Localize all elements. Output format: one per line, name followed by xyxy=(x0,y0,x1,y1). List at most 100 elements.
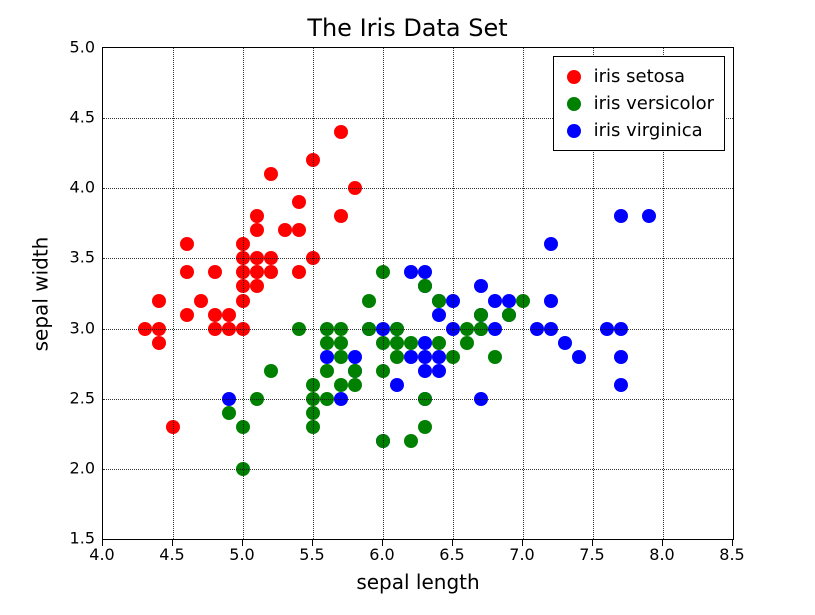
grid-line-horizontal xyxy=(103,469,733,470)
data-point xyxy=(334,378,348,392)
data-point xyxy=(432,308,446,322)
data-point xyxy=(250,279,264,293)
data-point xyxy=(362,294,376,308)
data-point xyxy=(264,265,278,279)
x-tick-label: 8.5 xyxy=(719,545,744,564)
data-point xyxy=(404,336,418,350)
data-point xyxy=(348,350,362,364)
y-tick-label: 2.0 xyxy=(70,458,95,477)
data-point xyxy=(250,265,264,279)
x-axis-label: sepal length xyxy=(102,570,734,594)
data-point xyxy=(334,209,348,223)
x-tick-mark xyxy=(452,540,453,546)
x-tick-mark xyxy=(732,540,733,546)
data-point xyxy=(292,265,306,279)
data-point xyxy=(404,350,418,364)
data-point xyxy=(474,279,488,293)
data-point xyxy=(250,223,264,237)
data-point xyxy=(418,279,432,293)
x-tick-mark xyxy=(592,540,593,546)
data-point xyxy=(474,308,488,322)
data-point xyxy=(320,364,334,378)
data-point xyxy=(558,336,572,350)
data-point xyxy=(180,237,194,251)
legend-swatch xyxy=(562,69,586,85)
data-point xyxy=(418,336,432,350)
legend: iris setosairis versicoloriris virginica xyxy=(553,56,725,151)
legend-label: iris setosa xyxy=(594,63,685,90)
chart-title: The Iris Data Set xyxy=(0,14,815,42)
y-axis-label: sepal width xyxy=(30,47,50,540)
data-point xyxy=(320,350,334,364)
data-point xyxy=(460,336,474,350)
data-point xyxy=(194,294,208,308)
scatter-chart: The Iris Data Set iris setosairis versic… xyxy=(0,0,815,615)
grid-line-vertical xyxy=(313,48,314,539)
data-point xyxy=(180,308,194,322)
data-point xyxy=(250,209,264,223)
data-point xyxy=(404,434,418,448)
data-point xyxy=(390,378,404,392)
x-tick-mark xyxy=(662,540,663,546)
legend-marker-icon xyxy=(567,124,581,138)
x-tick-label: 8.0 xyxy=(649,545,674,564)
grid-line-horizontal xyxy=(103,399,733,400)
data-point xyxy=(292,195,306,209)
x-tick-label: 7.0 xyxy=(509,545,534,564)
grid-line-vertical xyxy=(453,48,454,539)
data-point xyxy=(390,336,404,350)
data-point xyxy=(544,237,558,251)
x-tick-label: 4.5 xyxy=(159,545,184,564)
x-tick-label: 5.0 xyxy=(229,545,254,564)
data-point xyxy=(614,378,628,392)
grid-line-vertical xyxy=(383,48,384,539)
y-tick-label: 3.0 xyxy=(70,318,95,337)
y-tick-label: 2.5 xyxy=(70,388,95,407)
plot-area: iris setosairis versicoloriris virginica xyxy=(102,47,734,540)
data-point xyxy=(264,364,278,378)
data-point xyxy=(572,350,586,364)
data-point xyxy=(544,294,558,308)
x-tick-mark xyxy=(312,540,313,546)
legend-swatch xyxy=(562,123,586,139)
data-point xyxy=(614,209,628,223)
data-point xyxy=(432,294,446,308)
data-point xyxy=(208,265,222,279)
data-point xyxy=(208,308,222,322)
data-point xyxy=(432,364,446,378)
data-point xyxy=(432,336,446,350)
y-tick-label: 3.5 xyxy=(70,248,95,267)
legend-entry: iris versicolor xyxy=(562,90,714,117)
data-point xyxy=(222,308,236,322)
legend-entry: iris virginica xyxy=(562,117,714,144)
data-point xyxy=(278,223,292,237)
grid-line-vertical xyxy=(173,48,174,539)
data-point xyxy=(614,350,628,364)
y-tick-label: 4.0 xyxy=(70,178,95,197)
data-point xyxy=(152,294,166,308)
grid-line-vertical xyxy=(243,48,244,539)
data-point xyxy=(348,364,362,378)
data-point xyxy=(488,350,502,364)
data-point xyxy=(390,350,404,364)
legend-marker-icon xyxy=(567,97,581,111)
legend-marker-icon xyxy=(567,70,581,84)
data-point xyxy=(334,350,348,364)
legend-label: iris versicolor xyxy=(594,90,714,117)
x-tick-mark xyxy=(382,540,383,546)
data-point xyxy=(404,265,418,279)
grid-line-vertical xyxy=(523,48,524,539)
y-tick-label: 4.5 xyxy=(70,108,95,127)
data-point xyxy=(418,265,432,279)
data-point xyxy=(292,223,306,237)
x-tick-label: 4.0 xyxy=(89,545,114,564)
legend-swatch xyxy=(562,96,586,112)
x-tick-label: 6.5 xyxy=(439,545,464,564)
data-point xyxy=(348,378,362,392)
x-tick-label: 6.0 xyxy=(369,545,394,564)
x-tick-mark xyxy=(242,540,243,546)
y-tick-label: 1.5 xyxy=(70,529,95,548)
grid-line-horizontal xyxy=(103,188,733,189)
data-point xyxy=(180,265,194,279)
data-point xyxy=(320,336,334,350)
